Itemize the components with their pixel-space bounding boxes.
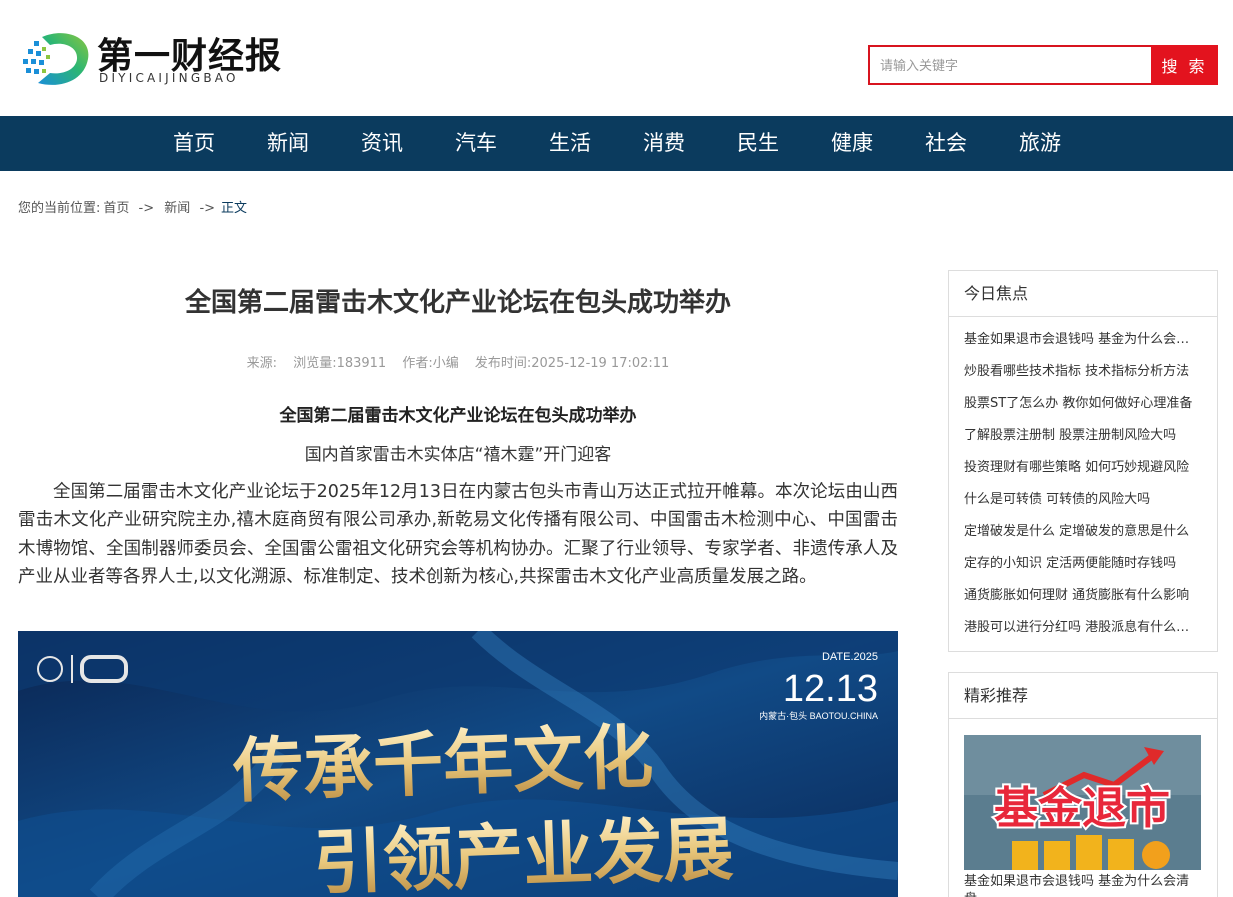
focus-item[interactable]: 股票ST了怎么办 教你如何做好心理准备 — [964, 394, 1202, 426]
breadcrumb-separator: -> — [138, 201, 155, 216]
nav-item-home[interactable]: 首页 — [147, 116, 241, 171]
breadcrumb-current: 正文 — [221, 201, 248, 216]
logo-subtitle: DIYICAIJINGBAO — [99, 71, 239, 85]
banner-date: 12.13 — [783, 668, 878, 710]
breadcrumb-home[interactable]: 首页 — [103, 201, 129, 216]
meta-source: 来源: — [246, 356, 278, 371]
breadcrumb-prefix: 您的当前位置: — [18, 201, 101, 216]
logo-mark-icon — [23, 33, 89, 85]
breadcrumb: 您的当前位置: 首页 -> 新闻 -> 正文 — [18, 197, 250, 216]
search-button[interactable]: 搜 索 — [1151, 45, 1218, 85]
recommend-caption[interactable]: 基金如果退市会退钱吗 基金为什么会清盘 — [964, 873, 1201, 897]
nav-item-health[interactable]: 健康 — [805, 116, 899, 171]
recommend-panel: 精彩推荐 基金退市 基金如果退市会退钱吗 基金为什么会清盘 — [948, 672, 1218, 897]
nav-item-news[interactable]: 新闻 — [241, 116, 335, 171]
meta-author: 作者:小编 — [402, 356, 459, 371]
nav-item-society[interactable]: 社会 — [899, 116, 993, 171]
main-nav: 首页 新闻 资讯 汽车 生活 消费 民生 健康 社会 旅游 — [0, 116, 1233, 171]
breadcrumb-separator: -> — [199, 201, 216, 216]
search-bar: 搜 索 — [868, 45, 1218, 85]
focus-item[interactable]: 定存的小知识 定活两便能随时存钱吗 — [964, 554, 1202, 586]
search-input[interactable] — [868, 45, 1151, 85]
nav-item-life[interactable]: 生活 — [523, 116, 617, 171]
focus-item[interactable]: 什么是可转债 可转债的风险大吗 — [964, 490, 1202, 522]
article-meta: 来源: 浏览量:183911 作者:小编 发布时间:2025-12-19 17:… — [18, 352, 898, 371]
banner-headline-2: 引领产业发展 — [312, 807, 735, 897]
focus-item[interactable]: 定增破发是什么 定增破发的意思是什么 — [964, 522, 1202, 554]
site-header: 第一财经报 DIYICAIJINGBAO 搜 索 — [0, 0, 1233, 116]
banner-location: 内蒙古·包头 BAOTOU.CHINA — [759, 710, 878, 721]
article-title: 全国第二届雷击木文化产业论坛在包头成功举办 — [184, 288, 731, 318]
focus-item[interactable]: 投资理财有哪些策略 如何巧妙规避风险 — [964, 458, 1202, 490]
site-logo[interactable]: 第一财经报 DIYICAIJINGBAO — [20, 25, 290, 90]
nav-item-consumer[interactable]: 消费 — [617, 116, 711, 171]
today-focus-title: 今日焦点 — [949, 271, 1217, 317]
banner-date-label: DATE.2025 — [822, 651, 878, 663]
breadcrumb-section[interactable]: 新闻 — [164, 201, 190, 216]
recommend-title: 精彩推荐 — [949, 673, 1217, 719]
focus-item[interactable]: 港股可以进行分红吗 港股派息有什么规则 — [964, 618, 1202, 650]
nav-item-travel[interactable]: 旅游 — [993, 116, 1087, 171]
article-paragraph: 全国第二届雷击木文化产业论坛于2025年12月13日在内蒙古包头市青山万达正式拉… — [18, 482, 898, 588]
focus-item[interactable]: 基金如果退市会退钱吗 基金为什么会清盘 — [964, 330, 1202, 362]
article-subline: 国内首家雷击木实体店“禧木霆”开门迎客 — [304, 445, 612, 465]
nav-item-livelihood[interactable]: 民生 — [711, 116, 805, 171]
recommend-image[interactable]: 基金退市 — [964, 735, 1201, 870]
focus-item[interactable]: 通货膨胀如何理财 通货膨胀有什么影响 — [964, 586, 1202, 618]
nav-item-auto[interactable]: 汽车 — [429, 116, 523, 171]
focus-item[interactable]: 炒股看哪些技术指标 技术指标分析方法 — [964, 362, 1202, 394]
nav-item-info[interactable]: 资讯 — [335, 116, 429, 171]
article-subhead: 全国第二届雷击木文化产业论坛在包头成功举办 — [279, 406, 637, 426]
recommend-image-text: 基金退市 — [994, 783, 1170, 834]
meta-views: 浏览量:183911 — [293, 356, 387, 371]
focus-item[interactable]: 了解股票注册制 股票注册制风险大吗 — [964, 426, 1202, 458]
banner-headline-1: 传承千年文化 — [231, 715, 655, 813]
article-banner-image: DATE.2025 12.13 内蒙古·包头 BAOTOU.CHINA 传承千年… — [18, 631, 898, 897]
today-focus-panel: 今日焦点 基金如果退市会退钱吗 基金为什么会清盘 炒股看哪些技术指标 技术指标分… — [948, 270, 1218, 652]
meta-published: 发布时间:2025-12-19 17:02:11 — [474, 356, 670, 371]
